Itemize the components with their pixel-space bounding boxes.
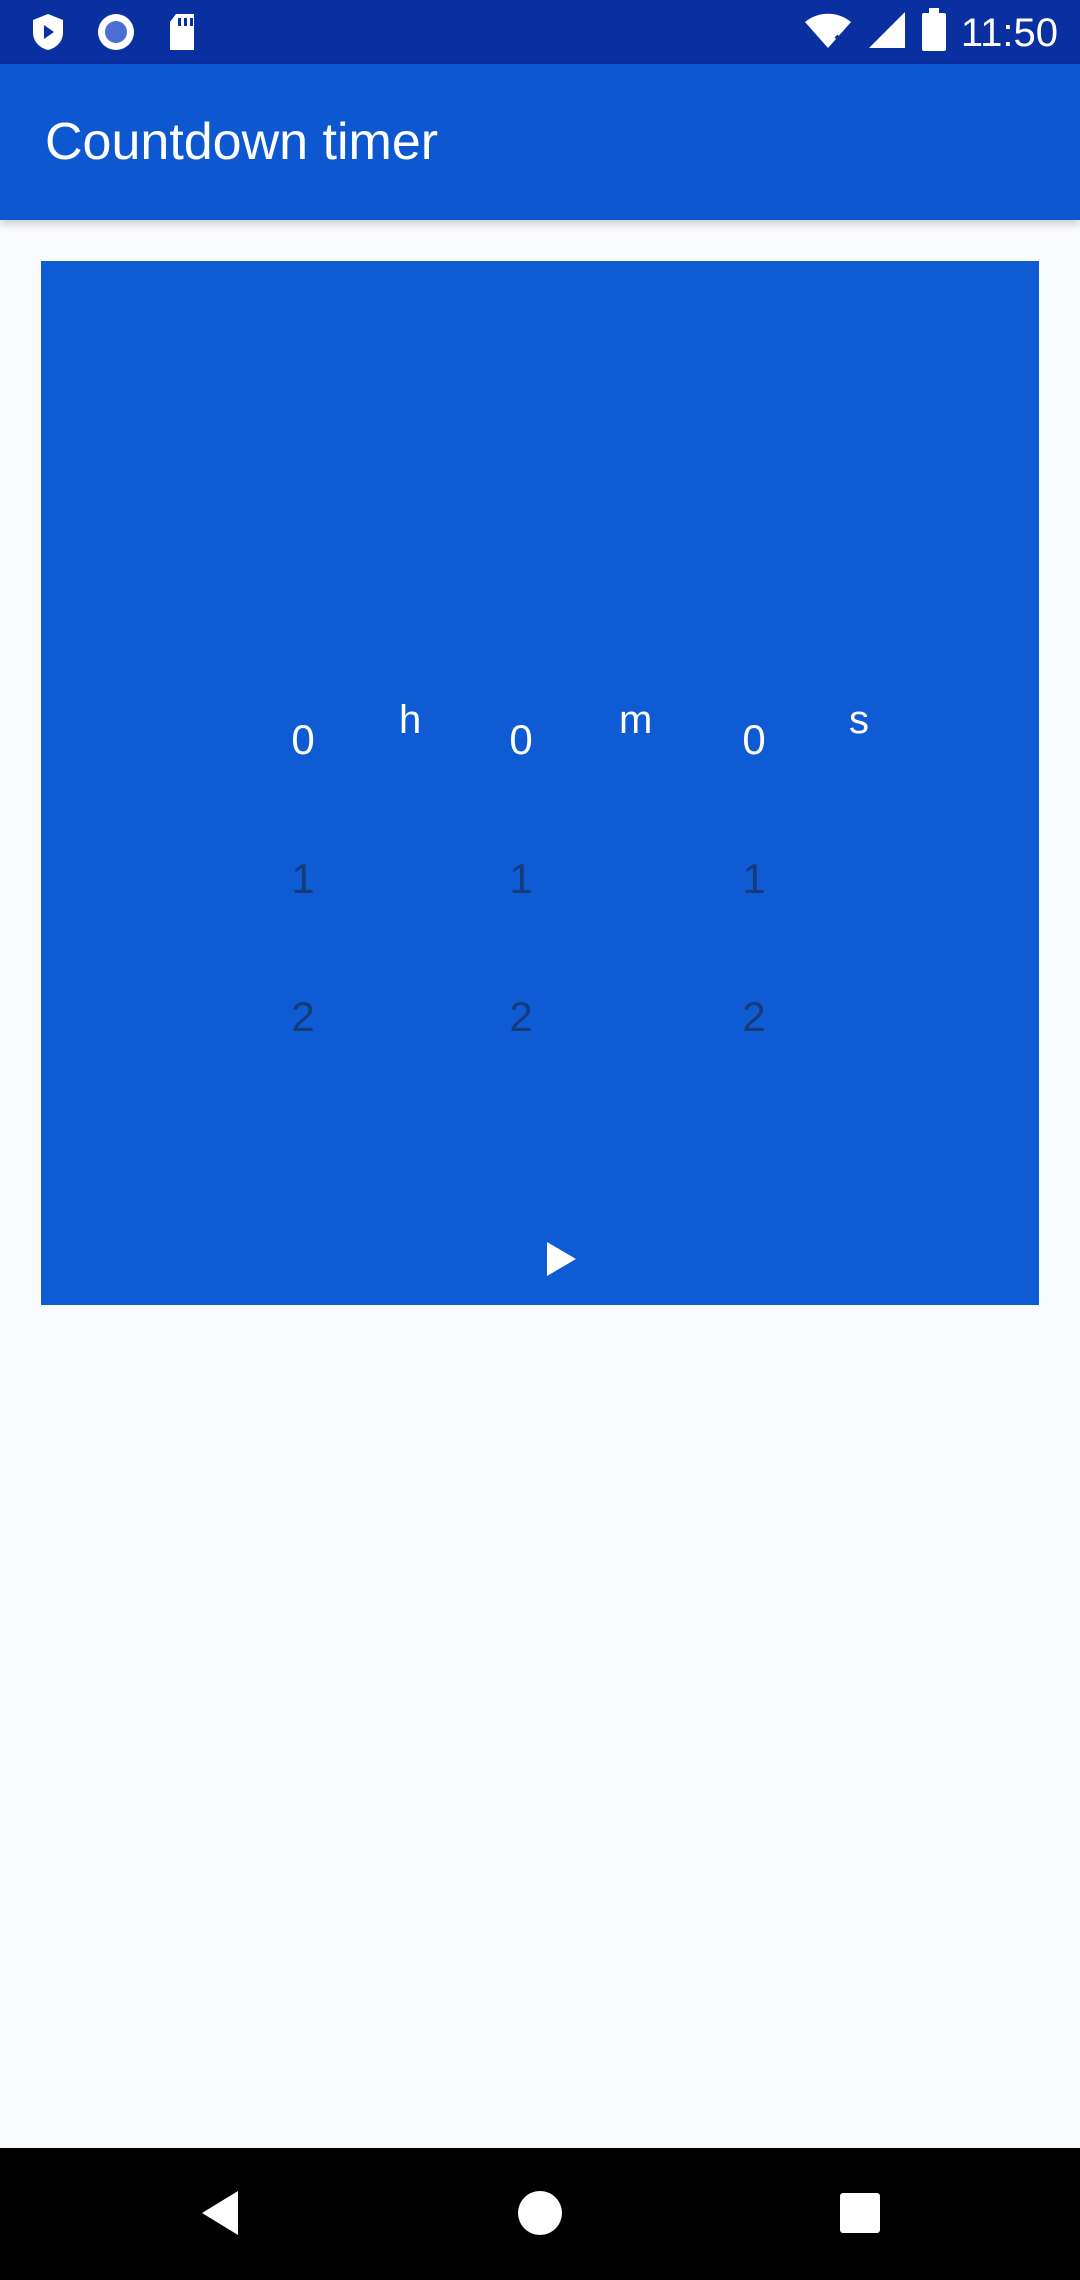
signal-icon	[867, 10, 907, 55]
hours-picker-option[interactable]: 2	[263, 993, 343, 1041]
timer-card: 0 h 1 2 0 m 1 2 0 s 1 2	[41, 261, 1039, 1305]
shield-icon	[30, 12, 66, 57]
hours-unit-label: h	[399, 698, 422, 742]
status-right-icons: 11:50	[803, 8, 1058, 57]
minutes-picker-selected[interactable]: 0	[481, 716, 561, 764]
seconds-unit-label: s	[849, 698, 869, 742]
seconds-picker-option[interactable]: 1	[714, 855, 794, 903]
home-button[interactable]	[495, 2170, 585, 2260]
app-bar: Countdown timer	[0, 64, 1080, 220]
play-icon	[543, 1239, 579, 1284]
back-button[interactable]	[175, 2170, 265, 2260]
hours-picker-option[interactable]: 1	[263, 855, 343, 903]
status-time: 11:50	[960, 10, 1058, 55]
back-icon	[198, 2189, 242, 2242]
battery-icon	[921, 8, 947, 57]
hours-picker-selected[interactable]: 0	[263, 716, 343, 764]
seconds-picker-option[interactable]: 2	[714, 993, 794, 1041]
circle-record-icon	[96, 12, 136, 57]
status-bar: 11:50	[0, 0, 1080, 64]
seconds-picker-selected[interactable]: 0	[714, 716, 794, 764]
start-timer-button[interactable]	[521, 1221, 601, 1301]
minutes-picker-option[interactable]: 2	[481, 993, 561, 1041]
app-title: Countdown timer	[45, 113, 439, 171]
home-icon	[516, 2189, 564, 2242]
minutes-picker-option[interactable]: 1	[481, 855, 561, 903]
minutes-unit-label: m	[619, 698, 653, 742]
wifi-icon	[803, 10, 853, 55]
sd-card-icon	[166, 12, 198, 57]
status-left-icons	[30, 12, 198, 57]
recents-icon	[838, 2191, 882, 2240]
navigation-bar	[0, 2148, 1080, 2280]
recents-button[interactable]	[815, 2170, 905, 2260]
